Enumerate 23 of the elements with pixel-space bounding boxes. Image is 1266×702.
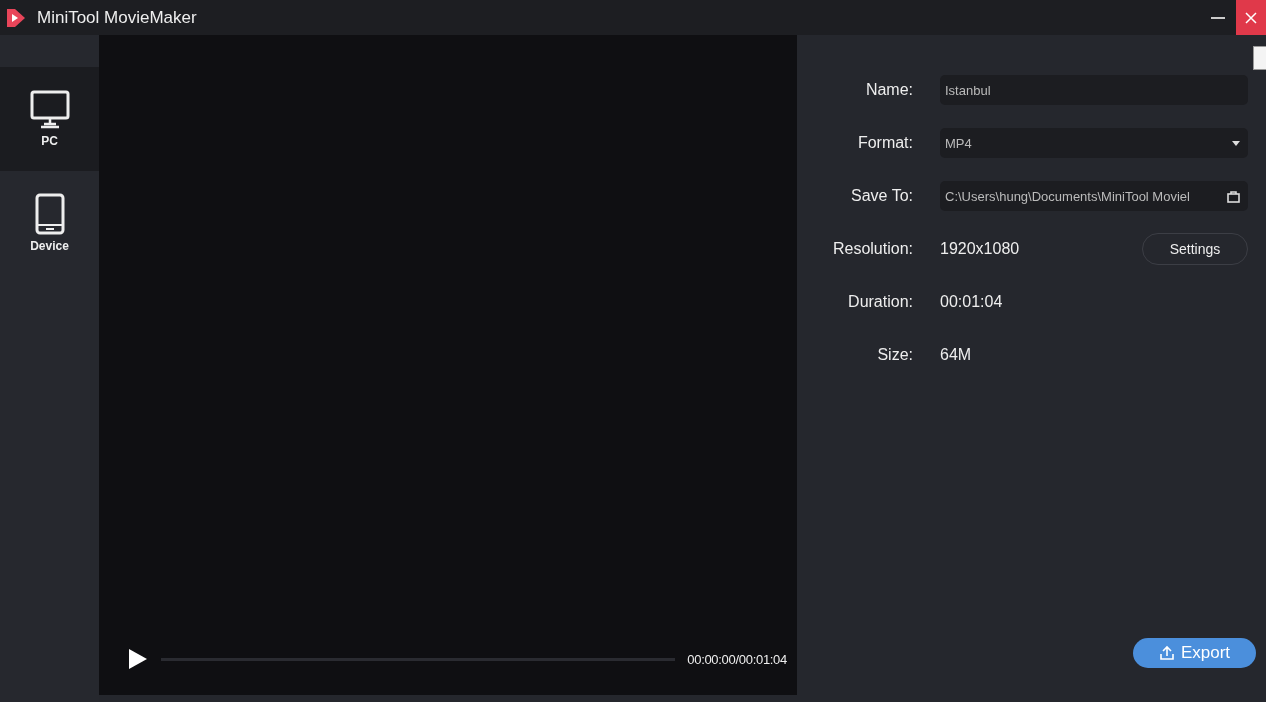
field-label: Duration:	[847, 293, 913, 311]
caret-icon	[1232, 140, 1240, 146]
tooltip	[1253, 46, 1266, 70]
info-value: 00:01:04	[940, 293, 1004, 311]
upload-icon	[1158, 645, 1175, 661]
name-field[interactable]: Istanbul	[940, 75, 1248, 105]
field-label: Resolution:	[831, 240, 913, 258]
sidebar-tab[interactable]: Device	[0, 171, 99, 275]
sidebar-tab[interactable]: PC	[0, 67, 99, 171]
window-title: MiniTool MovieMaker	[37, 7, 197, 28]
field-label: Format:	[856, 134, 913, 152]
info-value: 64M	[940, 346, 973, 364]
save-path-field[interactable]: C:\Users\hung\Documents\MiniTool Moviel	[940, 181, 1248, 211]
minimize-icon	[1211, 16, 1225, 19]
info-value: 1920x1080	[940, 240, 1021, 258]
format-dropdown[interactable]: MP4	[940, 128, 1248, 158]
playback-time: 00:00:00/00:01:04	[687, 651, 787, 667]
field-label: Name:	[864, 81, 913, 99]
field-label: Size:	[876, 346, 913, 364]
phone-icon	[34, 193, 65, 235]
monitor-icon	[28, 90, 71, 130]
field-label: Save To:	[850, 187, 913, 205]
close-icon	[1245, 11, 1257, 24]
